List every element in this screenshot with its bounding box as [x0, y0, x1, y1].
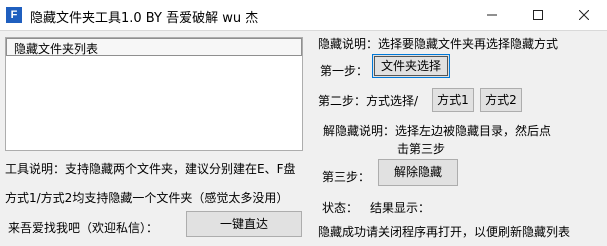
list-column-header-label: 隐藏文件夹列表: [14, 42, 99, 56]
mode-description: 方式1/方式2均支持隐藏一个文件夹（感觉太多没用）: [5, 191, 289, 205]
unhide-button[interactable]: 解除隐藏: [378, 159, 458, 186]
step1-label: 第一步：: [320, 64, 369, 78]
maximize-icon: [533, 10, 543, 20]
minimize-icon: [487, 14, 497, 16]
mode1-button[interactable]: 方式1: [432, 88, 474, 112]
hidden-folder-list[interactable]: 隐藏文件夹列表: [5, 37, 303, 151]
hide-description: 隐藏说明：选择要隐藏文件夹再选择隐藏方式: [318, 37, 559, 51]
step3-label: 第三步：: [322, 170, 371, 184]
list-column-header[interactable]: 隐藏文件夹列表: [6, 38, 302, 56]
minimize-button[interactable]: [469, 0, 515, 30]
unhide-description-line1: 解隐藏说明：选择左边被隐藏目录，然后点: [323, 124, 552, 138]
choose-folder-button[interactable]: 文件夹选择: [372, 54, 450, 78]
maximize-button[interactable]: [515, 0, 561, 30]
close-icon: [578, 9, 590, 21]
contact-label: 来吾爱找我吧（欢迎私信）：: [8, 221, 159, 235]
app-icon: F: [6, 7, 22, 23]
tool-description: 工具说明：支持隐藏两个文件夹，建议分别建在E、F盘: [5, 162, 296, 176]
result-label: 结果显示：: [370, 201, 431, 215]
step2-label: 第二步：方式选择/: [318, 94, 419, 108]
mode2-button[interactable]: 方式2: [480, 88, 522, 112]
refresh-note: 隐藏成功请关闭程序再打开，以便刷新隐藏列表: [318, 225, 571, 239]
window-title: 隐藏文件夹工具1.0 BY 吾爱破解 wu 杰: [30, 11, 259, 26]
status-label: 状态：: [322, 201, 359, 215]
unhide-description-line2: 击第三步: [397, 142, 446, 156]
title-bar: F 隐藏文件夹工具1.0 BY 吾爱破解 wu 杰: [0, 0, 607, 31]
close-button[interactable]: [561, 0, 607, 30]
direct-link-button[interactable]: 一键直达: [186, 211, 302, 237]
